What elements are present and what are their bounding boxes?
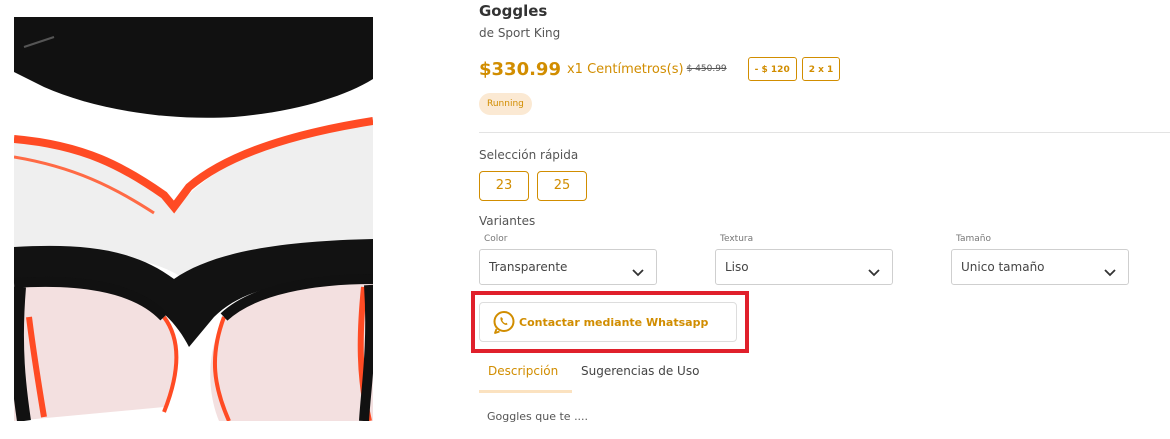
chevron-down-icon — [1104, 262, 1116, 281]
texture-select[interactable]: Liso — [715, 249, 893, 285]
category-tag[interactable]: Running — [479, 93, 532, 115]
discount-badge: - $ 120 — [747, 57, 797, 81]
color-label: Color — [484, 234, 508, 244]
quick-option-23[interactable]: 23 — [479, 171, 529, 201]
active-tab-indicator — [479, 390, 572, 393]
quick-selection-options: 23 25 — [479, 171, 587, 201]
size-select[interactable]: Unico tamaño — [951, 249, 1129, 285]
divider — [479, 132, 1170, 133]
product-price: $330.99 — [479, 58, 561, 80]
whatsapp-icon — [492, 310, 516, 334]
chevron-down-icon — [868, 262, 880, 281]
size-select-value: Unico tamaño — [961, 260, 1045, 274]
whatsapp-contact-label: Contactar mediante Whatsapp — [519, 315, 709, 329]
color-select[interactable]: Transparente — [479, 249, 657, 285]
tab-sugerencias-de-uso[interactable]: Sugerencias de Uso — [581, 364, 699, 378]
quick-option-25[interactable]: 25 — [537, 171, 587, 201]
promo-badge: 2 x 1 — [801, 57, 841, 81]
size-label: Tamaño — [956, 234, 992, 244]
quick-selection-label: Selección rápida — [479, 148, 579, 162]
tab-descripcion[interactable]: Descripción — [488, 364, 558, 378]
product-brand: de Sport King — [479, 26, 561, 40]
product-description: Goggles que te .... — [487, 410, 589, 423]
texture-label: Textura — [720, 234, 754, 244]
whatsapp-contact-button[interactable]: Contactar mediante Whatsapp — [479, 302, 737, 342]
product-old-price: $ 450.99 — [686, 64, 727, 74]
product-image — [14, 17, 373, 421]
product-unit: x1 Centímetros(s) — [566, 61, 684, 77]
price-row: $330.99 x1 Centímetros(s) $ 450.99 - $ 1… — [479, 54, 841, 84]
chevron-down-icon — [632, 262, 644, 281]
texture-select-value: Liso — [725, 260, 749, 274]
product-title: Goggles — [479, 2, 548, 20]
variants-label: Variantes — [479, 214, 536, 228]
color-select-value: Transparente — [489, 260, 568, 274]
